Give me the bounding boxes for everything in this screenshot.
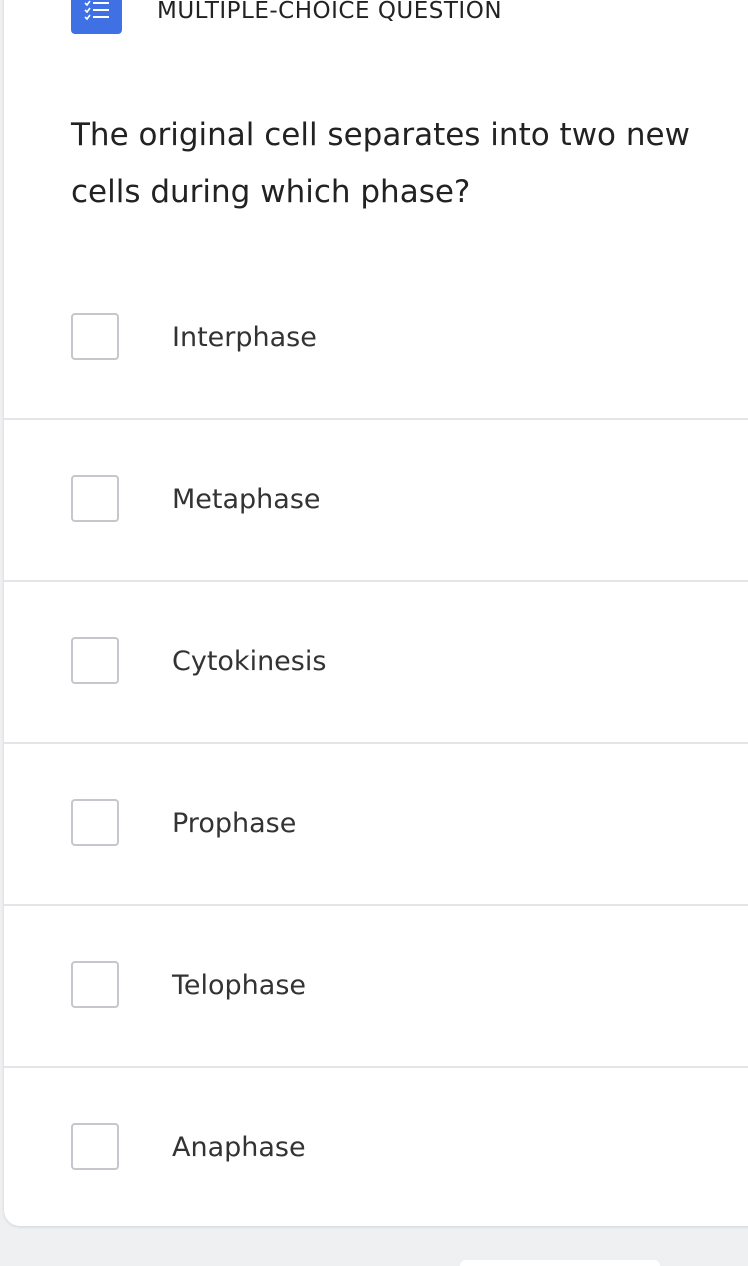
answer-checkbox[interactable] <box>71 313 119 360</box>
answer-option-label: Prophase <box>172 808 297 839</box>
answer-option-label: Telophase <box>172 970 307 1001</box>
answer-option-label: Cytokinesis <box>172 646 327 677</box>
answer-option[interactable]: Prophase <box>4 744 748 906</box>
answer-checkbox[interactable] <box>71 475 119 522</box>
answer-option-label: Metaphase <box>172 484 321 515</box>
answer-checkbox[interactable] <box>71 961 119 1008</box>
answer-option-label: Interphase <box>172 322 317 353</box>
question-header: MULTIPLE-CHOICE QUESTION <box>0 0 748 40</box>
answer-option[interactable]: Metaphase <box>4 420 748 582</box>
answer-option[interactable]: Telophase <box>4 906 748 1068</box>
answer-option-label: Anaphase <box>172 1132 306 1163</box>
question-type-label: MULTIPLE-CHOICE QUESTION <box>157 0 503 24</box>
question-text: The original cell separates into two new… <box>71 117 690 210</box>
answer-options-list: Interphase Metaphase Cytokinesis Prophas… <box>4 258 748 1230</box>
next-card-edge <box>460 1260 660 1266</box>
answer-option[interactable]: Anaphase <box>4 1068 748 1230</box>
list-check-icon <box>71 0 122 34</box>
answer-checkbox[interactable] <box>71 637 119 684</box>
answer-checkbox[interactable] <box>71 799 119 846</box>
answer-checkbox[interactable] <box>71 1123 119 1170</box>
answer-option[interactable]: Cytokinesis <box>4 582 748 744</box>
answer-option[interactable]: Interphase <box>4 258 748 420</box>
